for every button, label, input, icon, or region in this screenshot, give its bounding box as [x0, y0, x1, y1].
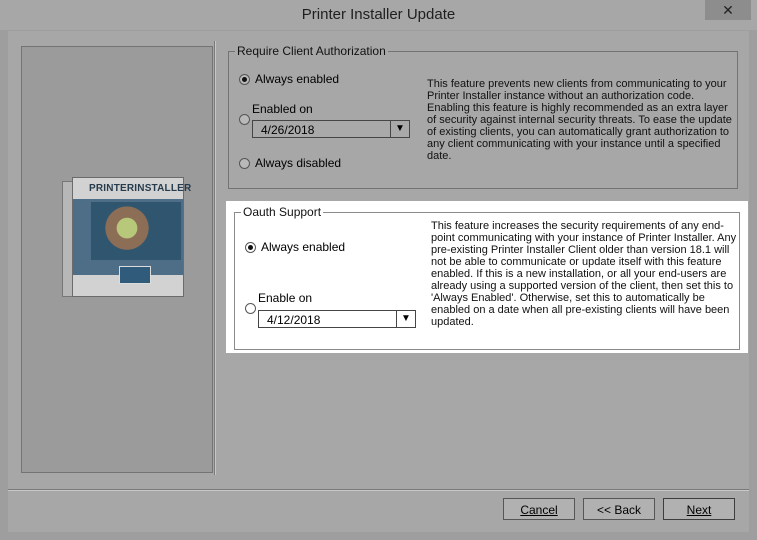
radio-button[interactable]	[239, 114, 250, 125]
radio-always-disabled[interactable]: Always disabled	[239, 156, 341, 170]
radio-button[interactable]	[245, 241, 256, 253]
radio-button[interactable]	[245, 303, 256, 314]
dropdown-arrow-icon[interactable]: ▼	[396, 311, 415, 327]
radio-label: Always enabled	[255, 72, 340, 86]
oauth-radio-enable-on[interactable]	[245, 303, 256, 314]
radio-always-enabled[interactable]: Always enabled	[239, 72, 339, 86]
close-button[interactable]: ✕	[705, 0, 751, 20]
product-logo-text: PRINTERINSTALLER	[89, 183, 192, 194]
authorization-date-picker[interactable]: 4/26/2018 ▼	[252, 120, 410, 138]
radio-button[interactable]	[239, 73, 250, 85]
radio-enabled-on[interactable]	[239, 114, 250, 125]
oauth-date-picker[interactable]: 4/12/2018 ▼	[258, 310, 416, 328]
title-bar: Printer Installer Update ✕	[0, 0, 757, 30]
radio-label: Always enabled	[261, 240, 346, 254]
authorization-description: This feature prevents new clients from c…	[427, 78, 732, 162]
date-value: 4/26/2018	[261, 123, 315, 137]
product-image-panel: PRINTERINSTALLER	[21, 46, 213, 473]
window-title: Printer Installer Update	[301, 6, 456, 23]
product-badge-icon	[119, 266, 151, 284]
group-title: Oauth Support	[241, 205, 324, 219]
dialog-client-area: PRINTERINSTALLER Require Client Authoriz…	[8, 31, 749, 532]
radio-button[interactable]	[239, 157, 250, 169]
date-value: 4/12/2018	[267, 313, 321, 327]
product-box-front: PRINTERINSTALLER	[72, 177, 191, 297]
oauth-radio-always-enabled[interactable]: Always enabled	[245, 240, 345, 254]
radio-label: Always disabled	[255, 156, 342, 170]
close-icon: ✕	[722, 2, 734, 18]
dropdown-arrow-icon[interactable]: ▼	[390, 121, 409, 137]
oauth-description: This feature increases the security requ…	[431, 220, 737, 328]
installer-window: Printer Installer Update ✕ PRINTERINSTAL…	[0, 0, 757, 540]
highlighted-oauth-section: Oauth Support Always enabled Enable on 4…	[226, 201, 748, 353]
radio-selected-dot	[242, 76, 247, 82]
cancel-button[interactable]: Cancel	[503, 498, 575, 520]
back-button[interactable]: << Back	[583, 498, 655, 520]
radio-selected-dot	[248, 244, 253, 250]
button-separator	[8, 489, 749, 490]
vertical-separator	[214, 41, 215, 475]
group-title: Require Client Authorization	[235, 44, 388, 58]
enabled-on-label: Enabled on	[252, 102, 313, 116]
product-art	[91, 202, 181, 260]
oauth-support-group: Oauth Support Always enabled Enable on 4…	[234, 205, 740, 350]
product-box-icon: PRINTERINSTALLER	[62, 177, 191, 297]
enable-on-label: Enable on	[258, 291, 313, 305]
next-button[interactable]: Next	[663, 498, 735, 520]
require-client-authorization-group: Require Client Authorization Always enab…	[228, 44, 738, 189]
